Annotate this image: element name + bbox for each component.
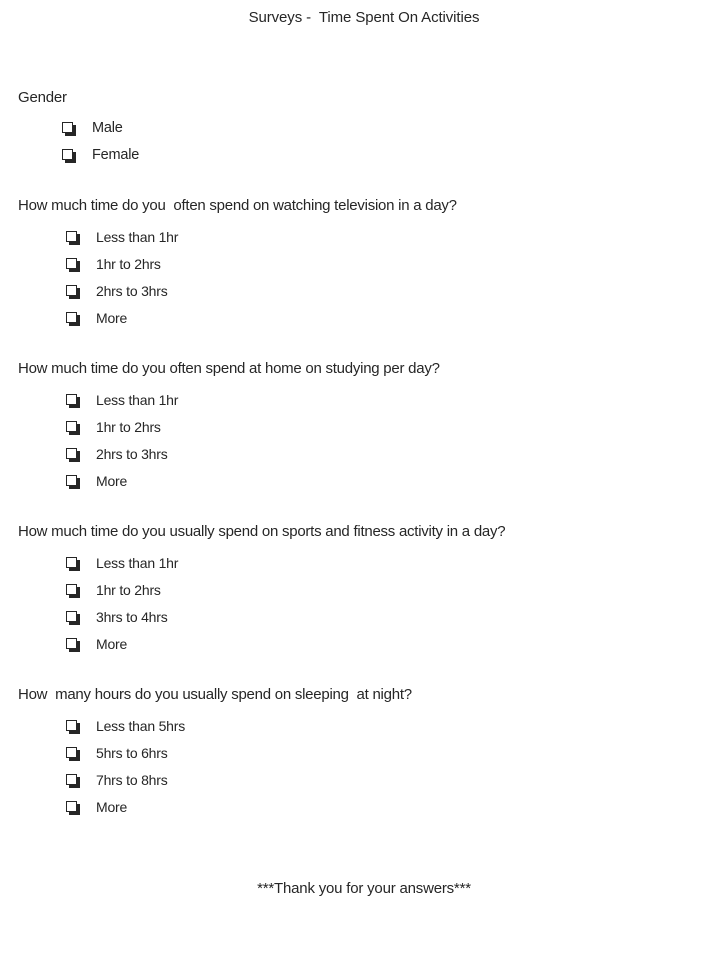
option-row[interactable]: More xyxy=(18,631,718,658)
question-prompt: How many hours do you usually spend on s… xyxy=(18,686,412,703)
option-label: More xyxy=(96,473,128,489)
checkbox-icon[interactable] xyxy=(66,421,80,435)
option-label: Less than 5hrs xyxy=(96,718,186,734)
survey-section-sleeping: How many hours do you usually spend on s… xyxy=(18,685,718,821)
checkbox-icon[interactable] xyxy=(66,611,80,625)
option-row[interactable]: Less than 5hrs xyxy=(18,713,718,740)
option-row[interactable]: 1hr to 2hrs xyxy=(18,414,718,441)
thank-you-message: ***Thank you for your answers*** xyxy=(257,880,471,897)
option-label: Less than 1hr xyxy=(96,229,179,245)
option-label: 1hr to 2hrs xyxy=(96,582,161,598)
option-row[interactable]: 7hrs to 8hrs xyxy=(18,767,718,794)
checkbox-icon[interactable] xyxy=(66,801,80,815)
checkbox-icon[interactable] xyxy=(62,122,76,136)
option-label: Less than 1hr xyxy=(96,392,179,408)
survey-section-television: How much time do you often spend on watc… xyxy=(18,196,718,332)
option-label: 2hrs to 3hrs xyxy=(96,283,168,299)
option-list: Less than 1hr 1hr to 2hrs 3hrs to 4hrs M… xyxy=(18,550,718,658)
checkbox-icon[interactable] xyxy=(66,557,80,571)
option-list: Less than 1hr 1hr to 2hrs 2hrs to 3hrs M… xyxy=(18,224,718,332)
question-prompt: How much time do you often spend on watc… xyxy=(18,197,457,214)
checkbox-icon[interactable] xyxy=(66,638,80,652)
option-row[interactable]: Less than 1hr xyxy=(18,550,718,577)
option-label: 7hrs to 8hrs xyxy=(96,772,168,788)
option-label: More xyxy=(96,636,128,652)
checkbox-icon[interactable] xyxy=(66,231,80,245)
survey-section-studying: How much time do you often spend at home… xyxy=(18,359,718,495)
option-label: 1hr to 2hrs xyxy=(96,256,161,272)
checkbox-icon[interactable] xyxy=(66,394,80,408)
survey-section-gender: Gender Male Female xyxy=(18,88,718,169)
option-row[interactable]: More xyxy=(18,305,718,332)
option-label: Male xyxy=(92,120,123,136)
option-row[interactable]: 3hrs to 4hrs xyxy=(18,604,718,631)
option-row[interactable]: Male xyxy=(18,115,718,142)
option-row[interactable]: Female xyxy=(18,142,718,169)
checkbox-icon[interactable] xyxy=(66,747,80,761)
option-label: 5hrs to 6hrs xyxy=(96,745,168,761)
option-row[interactable]: 5hrs to 6hrs xyxy=(18,740,718,767)
checkbox-icon[interactable] xyxy=(66,584,80,598)
option-row[interactable]: More xyxy=(18,468,718,495)
option-row[interactable]: 1hr to 2hrs xyxy=(18,251,718,278)
option-label: 3hrs to 4hrs xyxy=(96,609,168,625)
checkbox-icon[interactable] xyxy=(66,285,80,299)
option-label: More xyxy=(96,799,128,815)
question-prompt: Gender xyxy=(18,89,67,106)
checkbox-icon[interactable] xyxy=(66,475,80,489)
option-label: Less than 1hr xyxy=(96,555,179,571)
document-title: Surveys - Time Spent On Activities xyxy=(248,9,480,26)
option-list: Male Female xyxy=(18,115,718,169)
option-row[interactable]: 2hrs to 3hrs xyxy=(18,441,718,468)
question-prompt: How much time do you usually spend on sp… xyxy=(18,523,506,540)
option-row[interactable]: Less than 1hr xyxy=(18,224,718,251)
survey-body: Gender Male Female How much time do you … xyxy=(18,88,718,821)
checkbox-icon[interactable] xyxy=(66,312,80,326)
option-label: Female xyxy=(92,147,140,163)
option-row[interactable]: 2hrs to 3hrs xyxy=(18,278,718,305)
option-list: Less than 1hr 1hr to 2hrs 2hrs to 3hrs M… xyxy=(18,387,718,495)
option-label: 1hr to 2hrs xyxy=(96,419,161,435)
option-label: More xyxy=(96,310,128,326)
question-prompt: How much time do you often spend at home… xyxy=(18,360,440,377)
option-label: 2hrs to 3hrs xyxy=(96,446,168,462)
checkbox-icon[interactable] xyxy=(66,448,80,462)
option-row[interactable]: More xyxy=(18,794,718,821)
option-list: Less than 5hrs 5hrs to 6hrs 7hrs to 8hrs… xyxy=(18,713,718,821)
option-row[interactable]: 1hr to 2hrs xyxy=(18,577,718,604)
checkbox-icon[interactable] xyxy=(66,774,80,788)
checkbox-icon[interactable] xyxy=(62,149,76,163)
survey-section-sports: How much time do you usually spend on sp… xyxy=(18,522,718,658)
checkbox-icon[interactable] xyxy=(66,720,80,734)
survey-document-page: Surveys - Time Spent On Activities Gende… xyxy=(0,0,728,971)
checkbox-icon[interactable] xyxy=(66,258,80,272)
option-row[interactable]: Less than 1hr xyxy=(18,387,718,414)
